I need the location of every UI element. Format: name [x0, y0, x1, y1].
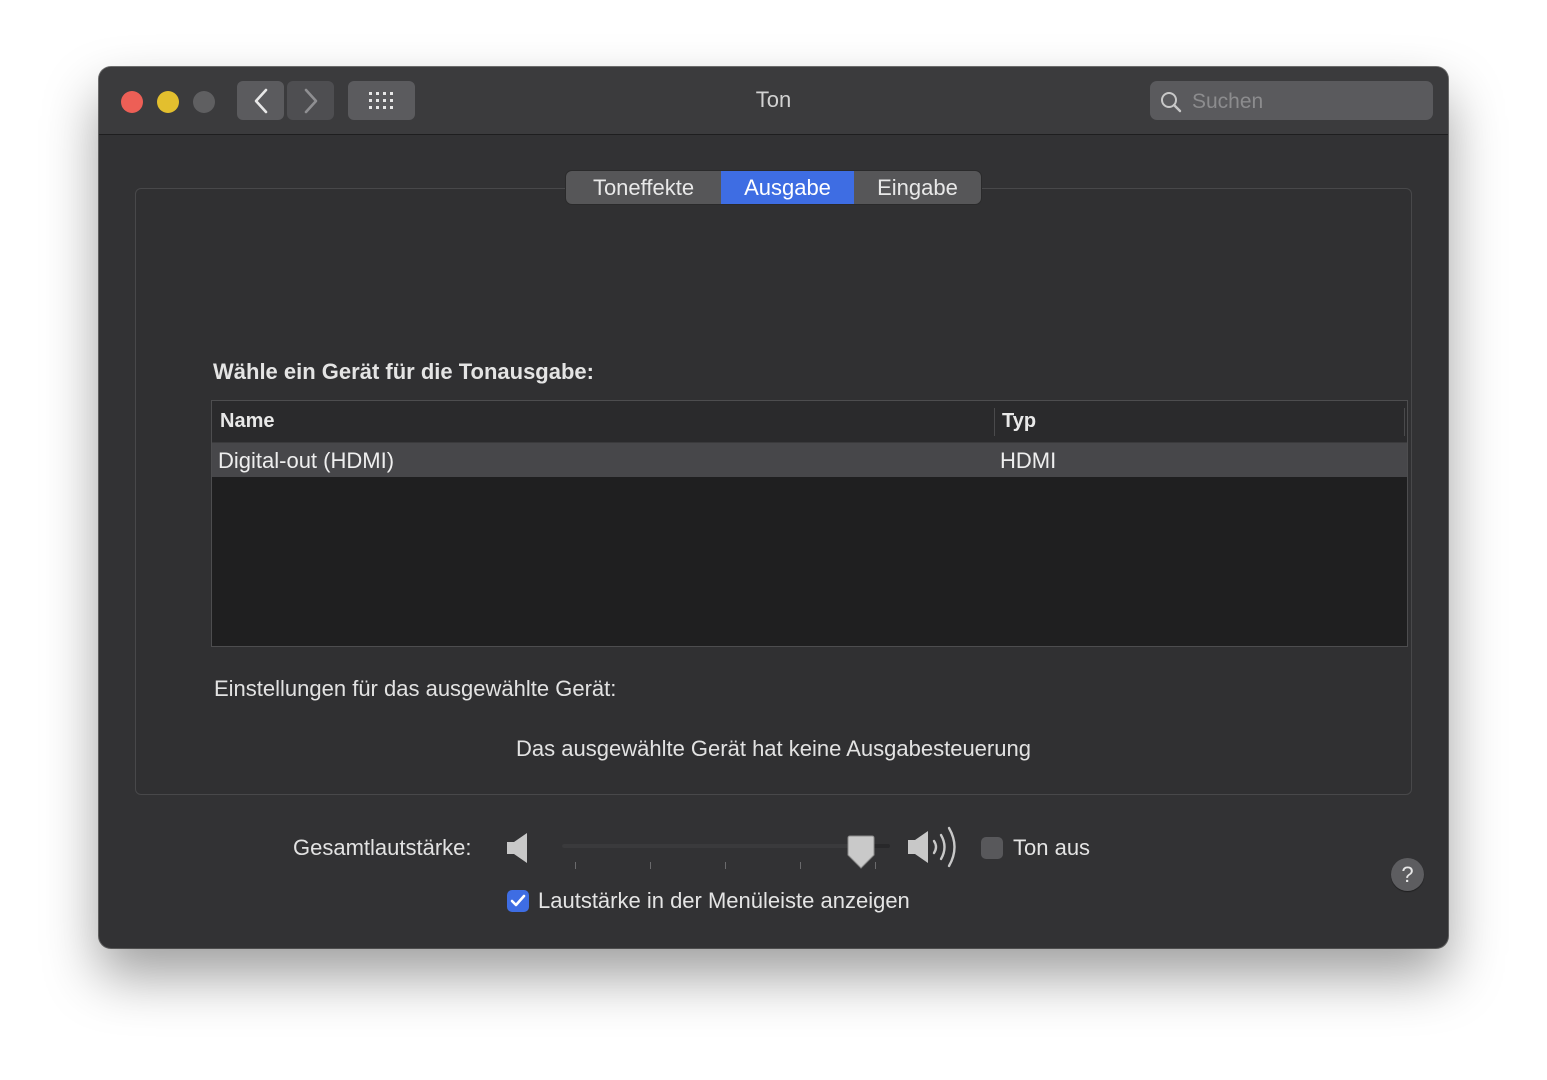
slider-tick [800, 862, 801, 869]
output-device-heading: Wähle ein Gerät für die Tonausgabe: [213, 359, 594, 384]
device-type-cell: HDMI [1000, 448, 1057, 473]
title-bar: Ton [99, 67, 1448, 135]
speaker-low-icon [507, 833, 527, 863]
speaker-high-icon [908, 826, 956, 868]
device-table: Name Typ Digital-out (HDMI) HDMI [211, 400, 1408, 647]
column-divider [994, 408, 995, 436]
search-field[interactable] [1150, 81, 1433, 122]
show-volume-in-menubar-checkbox[interactable] [507, 890, 529, 912]
search-input[interactable] [1190, 81, 1424, 122]
column-header-type[interactable]: Typ [1002, 410, 1036, 433]
mute-checkbox[interactable] [981, 837, 1003, 859]
slider-tick [725, 862, 726, 869]
output-volume-label: Gesamtlautstärke: [293, 835, 472, 860]
no-output-control-message: Das ausgewählte Gerät hat keine Ausgabes… [516, 736, 1031, 761]
tab-sound-effects[interactable]: Toneffekte [566, 171, 721, 204]
tab-output[interactable]: Ausgabe [721, 171, 854, 204]
device-settings-label: Einstellungen für das ausgewählte Gerät: [214, 676, 617, 701]
tab-bar: Toneffekte Ausgabe Eingabe [566, 171, 981, 204]
volume-slider-thumb[interactable] [847, 835, 875, 871]
output-panel: Wähle ein Gerät für die Tonausgabe: Name… [135, 188, 1424, 891]
mute-label[interactable]: Ton aus [1013, 835, 1090, 861]
column-header-name[interactable]: Name [220, 410, 274, 433]
show-volume-in-menubar-label[interactable]: Lautstärke in der Menüleiste anzeigen [538, 888, 910, 914]
search-icon [1161, 92, 1182, 113]
volume-slider[interactable] [562, 835, 890, 875]
column-divider [1404, 408, 1405, 436]
device-name-cell: Digital-out (HDMI) [218, 448, 395, 473]
slider-tick [875, 862, 876, 869]
table-row[interactable]: Digital-out (HDMI) HDMI [212, 443, 1407, 477]
preferences-window: Ton Wähle ein Gerät für die Tonausgabe: … [99, 67, 1448, 948]
checkmark-icon [510, 894, 526, 907]
help-button[interactable]: ? [1391, 858, 1424, 891]
volume-slider-fill [562, 844, 861, 848]
tab-input[interactable]: Eingabe [854, 171, 981, 204]
slider-tick [650, 862, 651, 869]
table-header: Name Typ [212, 401, 1407, 443]
slider-tick [575, 862, 576, 869]
